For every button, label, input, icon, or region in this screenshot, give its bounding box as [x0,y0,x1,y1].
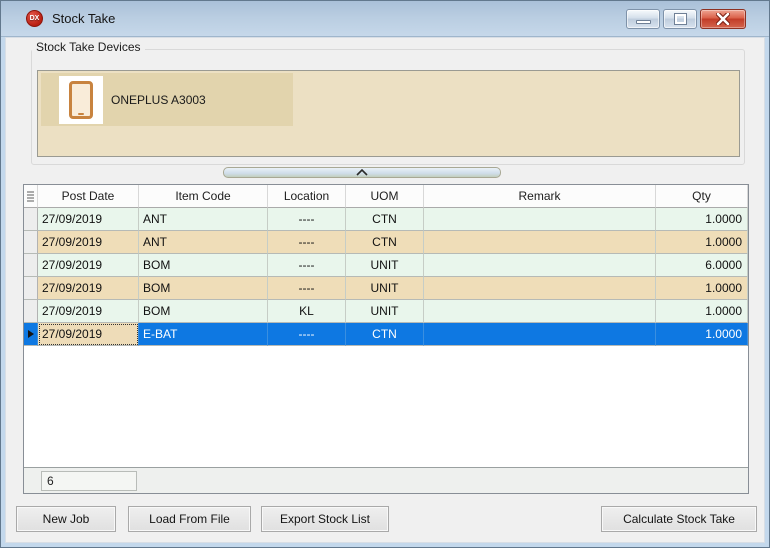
grid-empty-area [24,346,748,467]
grid-status-bar: 6 [24,467,748,493]
maximize-icon [675,14,686,24]
splitter-strip [6,164,764,182]
load-from-file-button[interactable]: Load From File [128,506,251,532]
cell-post-date[interactable]: 27/09/2019 [38,254,139,277]
cell-remark[interactable] [424,231,656,254]
cell-uom[interactable]: UNIT [346,277,424,300]
app-icon: DX [26,10,43,27]
column-header-remark[interactable]: Remark [424,185,656,208]
cell-remark[interactable] [424,277,656,300]
cell-qty[interactable]: 1.0000 [656,300,748,323]
cell-post-date-focused[interactable]: 27/09/2019 [38,323,139,346]
cell-remark[interactable] [424,300,656,323]
window-controls [626,9,746,29]
row-indicator [24,277,38,300]
devices-group-label: Stock Take Devices [32,40,145,54]
cell-item-code[interactable]: BOM [139,300,268,323]
cell-location[interactable]: ---- [268,323,346,346]
device-item-selected[interactable]: ONEPLUS A3003 [41,73,293,126]
cell-post-date[interactable]: 27/09/2019 [38,208,139,231]
cell-location[interactable]: ---- [268,254,346,277]
cell-uom[interactable]: UNIT [346,254,424,277]
close-icon [716,13,730,25]
cell-remark[interactable] [424,208,656,231]
calculate-stock-take-button[interactable]: Calculate Stock Take [601,506,757,532]
cell-post-date[interactable]: 27/09/2019 [38,231,139,254]
table-row[interactable]: 27/09/2019 BOM ---- UNIT 1.0000 [24,277,748,300]
chevron-up-icon [355,169,369,176]
cell-qty[interactable]: 1.0000 [656,323,748,346]
export-stock-list-button[interactable]: Export Stock List [261,506,389,532]
phone-icon [59,76,103,124]
cell-qty[interactable]: 1.0000 [656,277,748,300]
cell-remark[interactable] [424,323,656,346]
row-indicator [24,231,38,254]
cell-uom[interactable]: CTN [346,323,424,346]
cell-uom[interactable]: UNIT [346,300,424,323]
minimize-button[interactable] [626,9,660,29]
cell-item-code[interactable]: ANT [139,231,268,254]
current-row-arrow-icon [28,330,34,338]
cell-uom[interactable]: CTN [346,231,424,254]
close-button[interactable] [700,9,746,29]
table-row[interactable]: 27/09/2019 ANT ---- CTN 1.0000 [24,231,748,254]
row-indicator [24,300,38,323]
cell-qty[interactable]: 1.0000 [656,231,748,254]
column-header-qty[interactable]: Qty [656,185,748,208]
window-content: Stock Take Devices ONEPLUS A3003 [5,37,765,543]
cell-qty[interactable]: 1.0000 [656,208,748,231]
cell-item-code[interactable]: BOM [139,277,268,300]
table-row[interactable]: 27/09/2019 ANT ---- CTN 1.0000 [24,208,748,231]
table-row[interactable]: 27/09/2019 BOM KL UNIT 1.0000 [24,300,748,323]
grid-header-row: Post Date Item Code Location UOM Remark … [24,185,748,208]
new-job-button[interactable]: New Job [16,506,116,532]
cell-post-date[interactable]: 27/09/2019 [38,300,139,323]
row-indicator [24,254,38,277]
cell-location[interactable]: ---- [268,231,346,254]
column-header-post-date[interactable]: Post Date [38,185,139,208]
splitter-collapse-handle[interactable] [223,167,501,178]
cell-qty[interactable]: 6.0000 [656,254,748,277]
grid-customize-icon [26,190,35,203]
device-list[interactable]: ONEPLUS A3003 [37,70,740,157]
cell-item-code[interactable]: ANT [139,208,268,231]
cell-remark[interactable] [424,254,656,277]
row-indicator-header[interactable] [24,185,38,208]
cell-location[interactable]: ---- [268,277,346,300]
table-row-selected[interactable]: 27/09/2019 E-BAT ---- CTN 1.0000 [24,323,748,346]
stock-take-grid: Post Date Item Code Location UOM Remark … [23,184,749,494]
device-name: ONEPLUS A3003 [111,93,206,107]
stock-take-window: DX Stock Take Stock Take Devices [0,0,770,548]
cell-location[interactable]: ---- [268,208,346,231]
titlebar[interactable]: DX Stock Take [1,1,769,37]
minimize-icon [636,20,651,24]
row-indicator-current [24,323,38,346]
table-row[interactable]: 27/09/2019 BOM ---- UNIT 6.0000 [24,254,748,277]
cell-item-code[interactable]: E-BAT [139,323,268,346]
column-header-item-code[interactable]: Item Code [139,185,268,208]
column-header-location[interactable]: Location [268,185,346,208]
record-count-box: 6 [41,471,137,491]
row-indicator [24,208,38,231]
cell-post-date[interactable]: 27/09/2019 [38,277,139,300]
window-title: Stock Take [52,11,115,26]
cell-uom[interactable]: CTN [346,208,424,231]
cell-item-code[interactable]: BOM [139,254,268,277]
cell-location[interactable]: KL [268,300,346,323]
column-header-uom[interactable]: UOM [346,185,424,208]
maximize-button[interactable] [663,9,697,29]
